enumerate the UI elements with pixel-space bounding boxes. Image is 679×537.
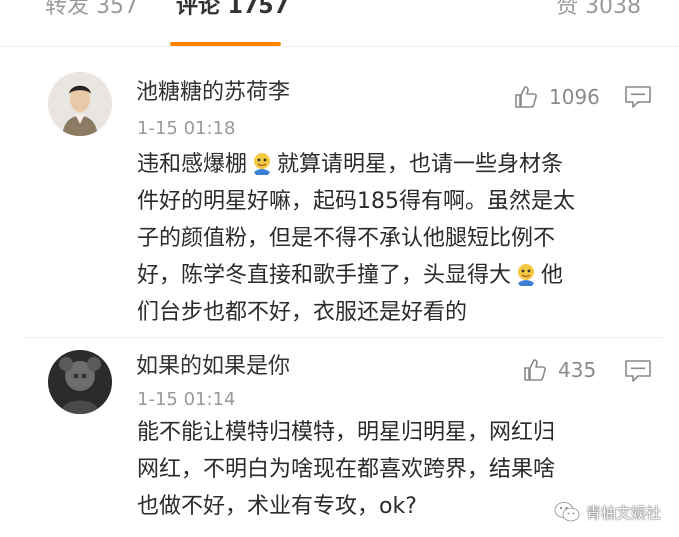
comment-username[interactable]: 如果的如果是你	[136, 352, 290, 382]
comment-body: 违和感爆棚 就算请明星，也请一些身材条 件好的明星好嘛，起码185得有啊。虽然是太…	[137, 146, 657, 331]
like-button[interactable]: 435	[522, 356, 596, 384]
comment-line: 能不能让模特归模特，明星归明星，网红归	[137, 420, 556, 445]
tab-likes[interactable]: 赞 3038	[556, 0, 641, 22]
comment-line: 网红，不明白为啥现在都喜欢跨界，结果啥	[137, 457, 556, 482]
comment-line: 违和感爆棚 就算请明星，也请一些身材条	[137, 146, 657, 183]
comment-username[interactable]: 池糖糖的苏荷李	[136, 78, 290, 108]
comment-line: 们台步也都不好，衣服还是好看的	[137, 300, 468, 325]
tab-bar: 转发 357 评论 1757 赞 3038	[0, 0, 679, 47]
user-avatar-icon	[48, 72, 112, 136]
doge-emoji-icon	[513, 261, 539, 299]
comment-timestamp: 1-15 01:14	[137, 389, 236, 410]
comment-divider	[22, 337, 662, 338]
comment-line: 子的颜值粉，但是不得不承认他腿短比例不	[137, 226, 556, 251]
comment-timestamp: 1-15 01:18	[137, 118, 236, 139]
comment-icon	[625, 86, 651, 108]
tab-repost[interactable]: 转发 357	[45, 0, 138, 22]
comment-line: 好，陈学冬直接和歌手撞了，头显得大他	[137, 257, 657, 294]
thumbs-up-icon	[515, 86, 537, 108]
user-avatar-icon	[48, 350, 112, 414]
reply-button[interactable]	[624, 85, 652, 109]
avatar[interactable]	[48, 72, 112, 136]
avatar[interactable]	[48, 350, 112, 414]
comment-icon	[625, 360, 651, 382]
thumbs-up-icon	[524, 359, 546, 381]
reply-button[interactable]	[624, 359, 652, 383]
tab-comments[interactable]: 评论 1757	[176, 0, 289, 22]
wechat-icon	[554, 502, 580, 522]
tab-divider	[0, 46, 679, 47]
like-count: 435	[558, 358, 597, 382]
comment-screen: 转发 357 评论 1757 赞 3038 池糖糖的苏荷李 1-15 01:18…	[0, 0, 679, 537]
like-button[interactable]: 1096	[513, 83, 600, 111]
watermark: 青柚文娱社	[554, 501, 661, 523]
comment-line: 件好的明星好嘛，起码185得有啊。虽然是太	[137, 189, 575, 214]
comment-item: 池糖糖的苏荷李 1-15 01:18 1096 违和感爆棚 就算请明星，也请一些身…	[0, 60, 679, 332]
like-count: 1096	[549, 85, 600, 109]
watermark-text: 青柚文娱社	[585, 503, 661, 522]
